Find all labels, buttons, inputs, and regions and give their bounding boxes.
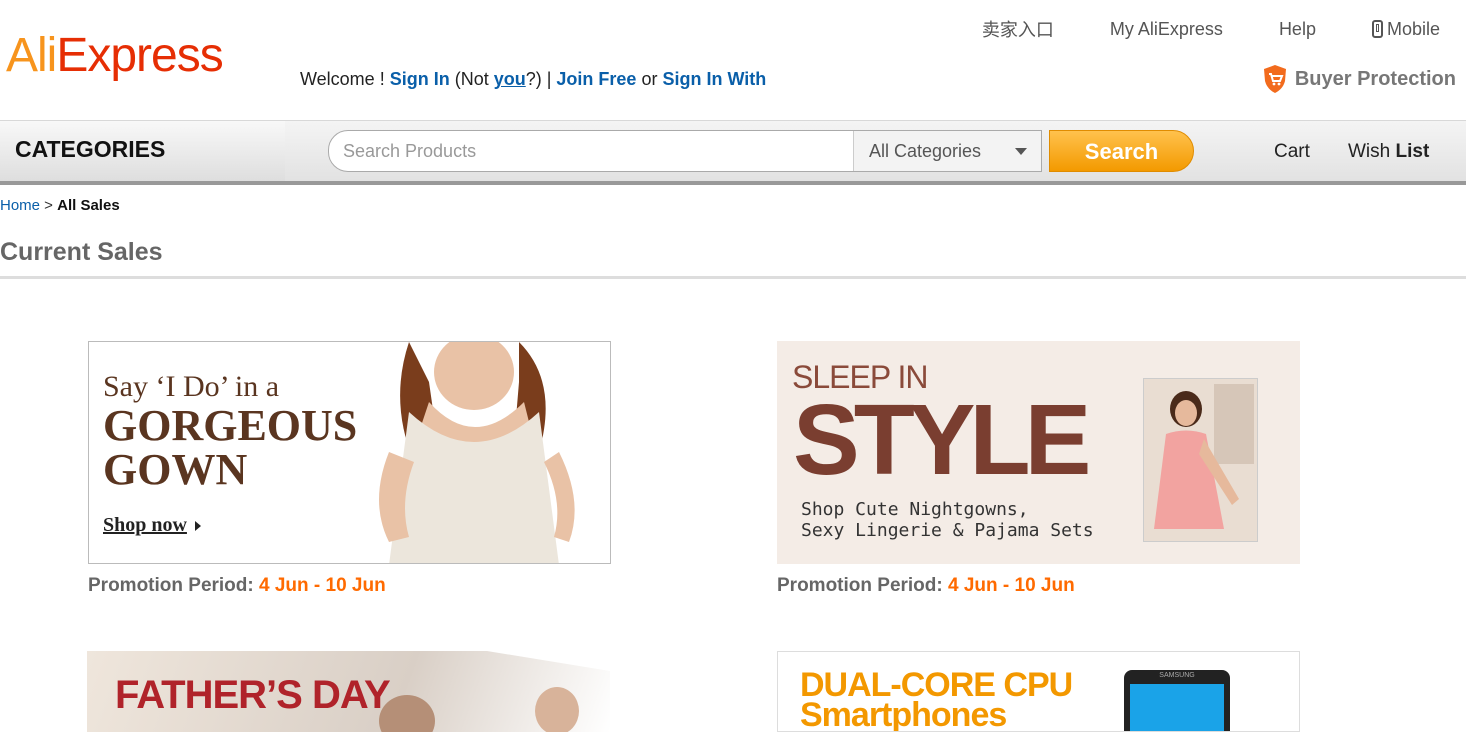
search-button[interactable]: Search — [1049, 130, 1194, 172]
breadcrumb-current: All Sales — [57, 197, 120, 214]
phone-screen — [1130, 684, 1224, 731]
sale-banner-smartphones[interactable]: DUAL-CORE CPU Smartphones SAMSUNG — [777, 651, 1300, 732]
breadcrumb-separator: > — [40, 197, 58, 214]
seller-link[interactable]: 卖家入口 — [982, 16, 1054, 42]
gown-tagline: Say ‘I Do’ in a — [103, 370, 280, 403]
sleepwear-subtext: Shop Cute Nightgowns, Sexy Lingerie & Pa… — [801, 499, 1094, 541]
nightgown-model-image — [1143, 378, 1258, 542]
sign-in-with-link[interactable]: Sign In With — [662, 69, 766, 89]
promo-dates: 4 Jun - 10 Jun — [948, 575, 1075, 596]
search-box: All Categories — [328, 130, 1042, 172]
smartphones-headline: DUAL-CORE CPU Smartphones — [800, 668, 1073, 732]
gown-headline-line1: GORGEOUS — [103, 401, 358, 450]
join-free-link[interactable]: Join Free — [556, 69, 636, 89]
wish-label: Wish — [1348, 141, 1396, 162]
breadcrumb: Home > All Sales — [0, 197, 120, 214]
style-headline: STYLE — [793, 384, 1091, 496]
sale-banner-gown[interactable]: Say ‘I Do’ in a GORGEOUS GOWN Shop now — [88, 341, 611, 564]
promo-dates: 4 Jun - 10 Jun — [259, 575, 386, 596]
logo-express: Express — [56, 29, 223, 82]
caret-down-icon — [1015, 148, 1027, 155]
fathers-day-image — [379, 651, 610, 732]
welcome-text: Welcome ! — [300, 69, 390, 89]
list-label: List — [1395, 141, 1430, 162]
fathers-day-headline: FATHER’S DAY — [115, 673, 391, 717]
sleepwear-subtext-line1: Shop Cute Nightgowns, — [801, 499, 1029, 520]
aliexpress-logo[interactable]: AliExpress — [6, 28, 224, 83]
title-divider — [0, 276, 1466, 279]
category-search-bar: CATEGORIES All Categories Search Cart Wi… — [0, 120, 1466, 185]
wish-list-link[interactable]: Wish List — [1348, 141, 1429, 163]
not-open-text: (Not — [449, 69, 494, 89]
phone-brand: SAMSUNG — [1159, 672, 1195, 679]
categories-menu[interactable]: CATEGORIES — [0, 121, 285, 181]
category-dropdown-value: All Categories — [869, 141, 982, 161]
smartphones-headline-line2: Smartphones — [800, 696, 1007, 732]
or-text: or — [636, 69, 663, 89]
breadcrumb-home-link[interactable]: Home — [0, 197, 40, 214]
promo-period-sleepwear: Promotion Period: 4 Jun - 10 Jun — [777, 575, 1075, 597]
gown-headline-line2: GOWN — [103, 445, 248, 494]
help-link[interactable]: Help — [1279, 16, 1316, 42]
shield-cart-icon — [1263, 65, 1286, 93]
page-title: Current Sales — [0, 238, 163, 266]
top-links: 卖家入口 My AliExpress Help Mobile — [982, 16, 1440, 42]
promo-label: Promotion Period: — [777, 575, 948, 596]
arrow-right-icon — [194, 521, 201, 532]
my-aliexpress-link[interactable]: My AliExpress — [1110, 16, 1223, 42]
logo-ali: Ali — [6, 29, 57, 82]
not-you-link[interactable]: you — [494, 69, 526, 89]
mobile-label: Mobile — [1386, 18, 1440, 39]
sale-banner-sleepwear[interactable]: SLEEP IN STYLE Shop Cute Nightgowns, Sex… — [777, 341, 1300, 564]
sale-banner-fathers-day[interactable]: FATHER’S DAY — [87, 651, 610, 732]
mobile-phone-icon — [1371, 20, 1383, 38]
wedding-gown-image — [369, 342, 610, 563]
mobile-link[interactable]: Mobile — [1371, 16, 1440, 42]
promo-label: Promotion Period: — [88, 575, 259, 596]
shop-now-link[interactable]: Shop now — [103, 514, 201, 537]
search-input[interactable] — [329, 131, 852, 171]
not-close-text: ?) | — [525, 69, 557, 89]
smartphone-image: SAMSUNG — [1124, 670, 1230, 731]
sleepwear-subtext-line2: Sexy Lingerie & Pajama Sets — [801, 520, 1094, 541]
buyer-protection-label: Buyer Protection — [1294, 67, 1456, 90]
buyer-protection-link[interactable]: Buyer Protection — [1263, 64, 1456, 94]
gown-headline: GORGEOUS GOWN — [103, 404, 357, 492]
shop-now-label: Shop now — [103, 514, 187, 536]
welcome-bar: Welcome ! Sign In (Not you?) | Join Free… — [300, 69, 766, 90]
category-dropdown[interactable]: All Categories — [853, 131, 1041, 171]
sign-in-link[interactable]: Sign In — [390, 69, 450, 89]
promo-period-gown: Promotion Period: 4 Jun - 10 Jun — [88, 575, 386, 597]
cart-link[interactable]: Cart — [1274, 141, 1310, 163]
categories-label: CATEGORIES — [15, 136, 166, 162]
